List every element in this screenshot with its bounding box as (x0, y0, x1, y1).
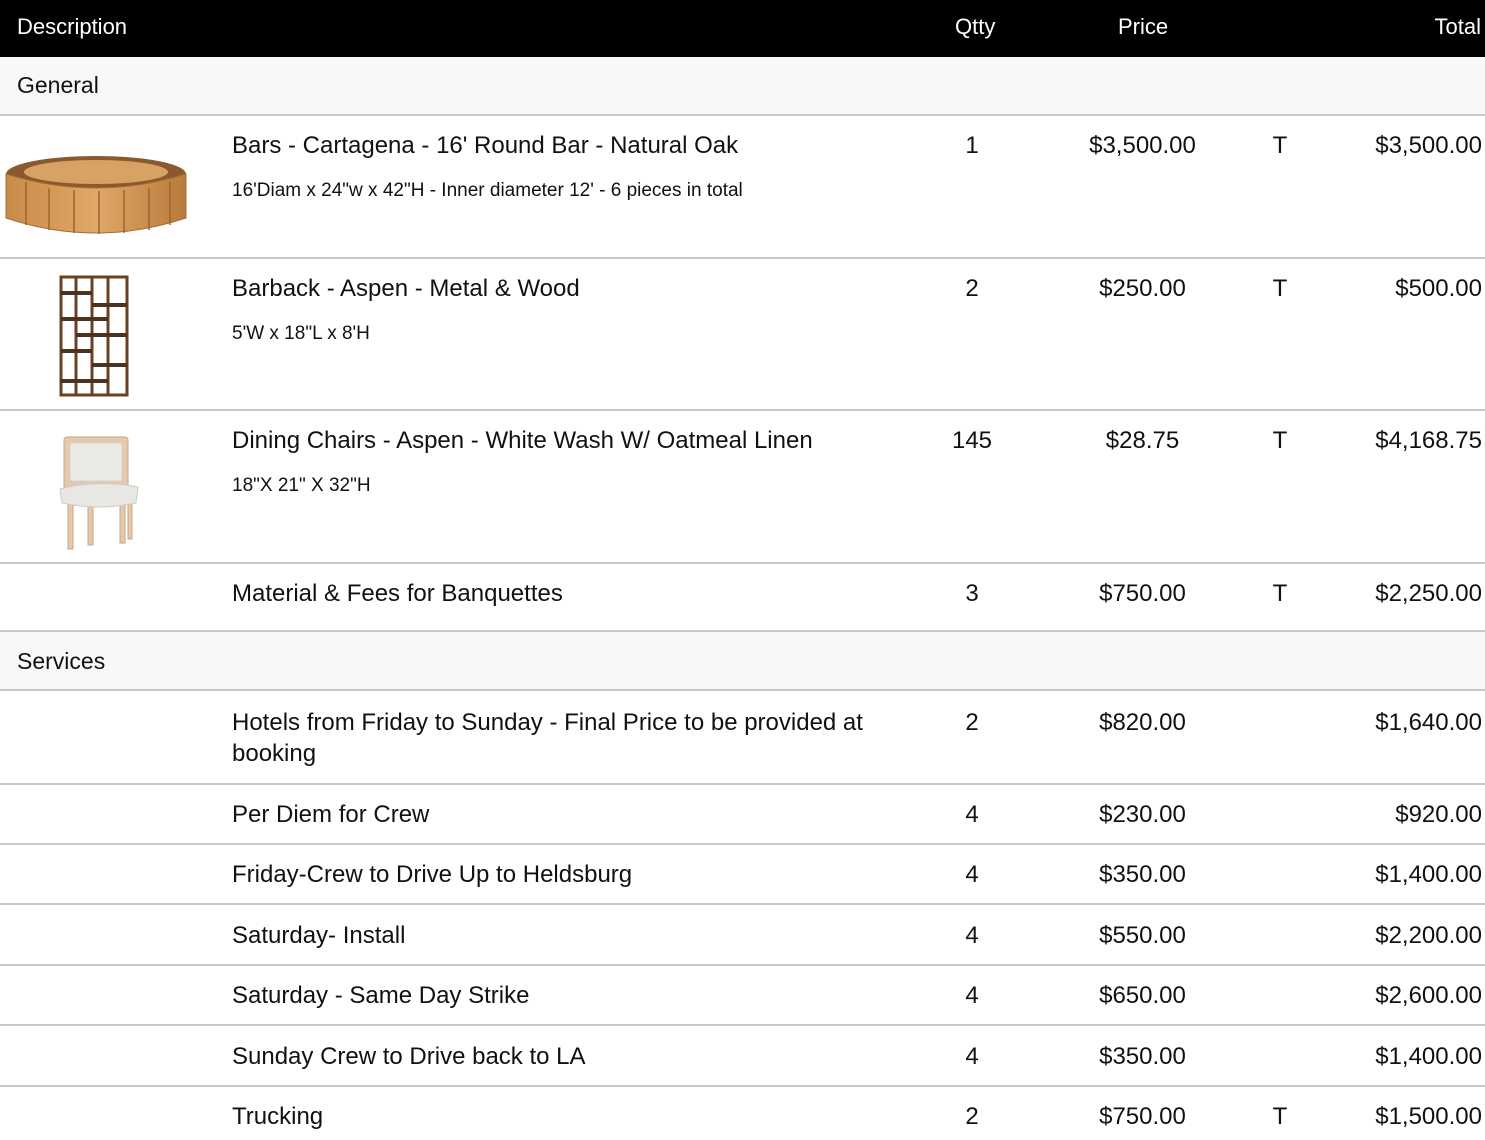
item-price: $750.00 (1099, 580, 1186, 607)
table-row: Per Diem for Crew 4 $230.00 $920.00 (0, 785, 1485, 845)
item-total: $2,200.00 (1375, 922, 1482, 949)
item-price: $350.00 (1099, 1043, 1186, 1070)
barback-shelf-icon (59, 275, 129, 397)
item-qty: 4 (965, 1043, 979, 1070)
item-total: $3,500.00 (1375, 132, 1482, 159)
item-dimensions: 5'W x 18"L x 8'H (232, 323, 370, 344)
item-qty: 1 (965, 132, 979, 159)
item-total: $920.00 (1395, 801, 1482, 828)
item-total: $1,500.00 (1375, 1103, 1482, 1130)
header-qty: Qtty (955, 14, 996, 39)
item-price: $230.00 (1099, 801, 1186, 828)
header-description: Description (17, 14, 128, 39)
table-row: Friday-Crew to Drive Up to Heldsburg 4 $… (0, 845, 1485, 905)
item-total: $4,168.75 (1375, 427, 1482, 454)
item-title: Barback - Aspen - Metal & Wood (232, 275, 580, 302)
item-title: Per Diem for Crew (232, 801, 430, 828)
item-price: $550.00 (1099, 922, 1186, 949)
header-price: Price (1118, 14, 1169, 39)
table-row: Hotels from Friday to Sunday - Final Pri… (0, 691, 1485, 785)
table-row: Sunday Crew to Drive back to LA 4 $350.0… (0, 1026, 1485, 1087)
item-title: Friday-Crew to Drive Up to Heldsburg (232, 861, 633, 888)
item-tax: T (1272, 1103, 1288, 1130)
item-qty: 2 (965, 709, 979, 736)
table-row: Saturday - Same Day Strike 4 $650.00 $2,… (0, 966, 1485, 1026)
item-title: Trucking (232, 1103, 324, 1130)
item-qty: 4 (965, 801, 979, 828)
table-row: Bars - Cartagena - 16' Round Bar - Natur… (0, 116, 1485, 259)
section-title: Services (17, 648, 106, 674)
item-price: $350.00 (1099, 861, 1186, 888)
item-title: Saturday- Install (232, 922, 406, 949)
item-price: $750.00 (1099, 1103, 1186, 1130)
item-title: Sunday Crew to Drive back to LA (232, 1043, 586, 1070)
item-total: $500.00 (1395, 275, 1482, 302)
item-title: Bars - Cartagena - 16' Round Bar - Natur… (232, 132, 739, 159)
item-qty: 3 (965, 580, 979, 607)
item-tax: T (1272, 427, 1288, 454)
table-row: Material & Fees for Banquettes 3 $750.00… (0, 564, 1485, 632)
item-qty: 2 (965, 1103, 979, 1130)
item-qty: 4 (965, 922, 979, 949)
item-tax: T (1272, 132, 1288, 159)
section-title: General (17, 72, 99, 98)
item-total: $1,400.00 (1375, 1043, 1482, 1070)
item-tax: T (1272, 275, 1288, 302)
item-total: $1,400.00 (1375, 861, 1482, 888)
section-general: General (0, 57, 1485, 116)
item-title: Hotels from Friday to Sunday - Final Pri… (232, 709, 863, 767)
item-price: $28.75 (1105, 427, 1180, 454)
item-dimensions: 16'Diam x 24"w x 42"H - Inner diameter 1… (232, 180, 743, 201)
item-qty: 4 (965, 982, 979, 1009)
item-total: $1,640.00 (1375, 709, 1482, 736)
item-title: Saturday - Same Day Strike (232, 982, 530, 1009)
item-price: $250.00 (1099, 275, 1186, 302)
item-qty: 2 (965, 275, 979, 302)
item-qty: 4 (965, 861, 979, 888)
table-row: Dining Chairs - Aspen - White Wash W/ Oa… (0, 411, 1485, 564)
dining-chair-icon (59, 436, 139, 550)
item-total: $2,600.00 (1375, 982, 1482, 1009)
header-total: Total (1434, 14, 1481, 39)
table-row: Saturday- Install 4 $550.00 $2,200.00 (0, 905, 1485, 966)
item-price: $3,500.00 (1089, 132, 1196, 159)
item-dimensions: 18"X 21" X 32"H (232, 475, 371, 496)
item-price: $650.00 (1099, 982, 1186, 1009)
round-bar-icon (5, 156, 187, 234)
table-row: Barback - Aspen - Metal & Wood 5'W x 18"… (0, 259, 1485, 411)
item-total: $2,250.00 (1375, 580, 1482, 607)
item-title: Dining Chairs - Aspen - White Wash W/ Oa… (232, 427, 813, 454)
table-row: Trucking 2 $750.00 T $1,500.00 (0, 1087, 1485, 1140)
table-header: Description Qtty Price Total (0, 0, 1485, 57)
item-qty: 145 (951, 427, 993, 454)
section-services: Services (0, 632, 1485, 691)
item-title: Material & Fees for Banquettes (232, 580, 563, 607)
item-tax: T (1272, 580, 1288, 607)
item-price: $820.00 (1099, 709, 1186, 736)
